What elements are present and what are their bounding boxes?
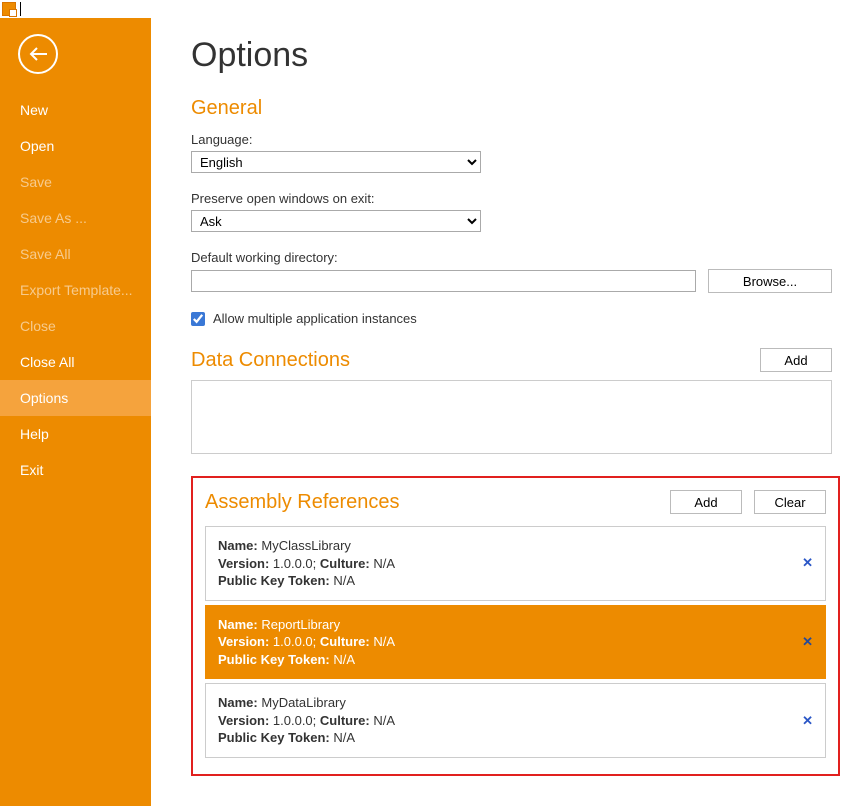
back-button[interactable]	[18, 34, 58, 74]
sidebar-item-exit[interactable]: Exit	[0, 452, 151, 488]
main-content: Options General Language: English Preser…	[151, 18, 856, 806]
sidebar-item-export-template: Export Template...	[0, 272, 151, 308]
assembly-ref-item[interactable]: Name: ReportLibraryVersion: 1.0.0.0; Cul…	[205, 605, 826, 680]
section-general-heading: General	[191, 97, 832, 120]
assembly-ref-name: Name: MyDataLibrary	[218, 694, 813, 712]
directory-input[interactable]	[191, 270, 696, 292]
data-connections-list	[191, 380, 832, 454]
titlebar	[0, 0, 856, 18]
remove-assembly-ref-icon[interactable]: ✕	[802, 713, 813, 729]
assembly-refs-add-button[interactable]: Add	[670, 490, 742, 514]
section-assembly-refs-heading: Assembly References	[205, 491, 400, 514]
page-title: Options	[191, 36, 832, 75]
browse-button[interactable]: Browse...	[708, 269, 832, 293]
assembly-ref-pkt: Public Key Token: N/A	[218, 651, 813, 669]
sidebar-item-save-as: Save As ...	[0, 200, 151, 236]
assembly-refs-list: Name: MyClassLibraryVersion: 1.0.0.0; Cu…	[205, 526, 826, 758]
assembly-ref-pkt: Public Key Token: N/A	[218, 572, 813, 590]
assembly-ref-name: Name: ReportLibrary	[218, 616, 813, 634]
sidebar-item-save: Save	[0, 164, 151, 200]
allow-multiple-label: Allow multiple application instances	[213, 311, 417, 326]
directory-label: Default working directory:	[191, 250, 832, 265]
assembly-ref-version-culture: Version: 1.0.0.0; Culture: N/A	[218, 633, 813, 651]
sidebar-item-help[interactable]: Help	[0, 416, 151, 452]
sidebar-item-open[interactable]: Open	[0, 128, 151, 164]
sidebar-item-close: Close	[0, 308, 151, 344]
assembly-ref-version-culture: Version: 1.0.0.0; Culture: N/A	[218, 712, 813, 730]
sidebar-item-new[interactable]: New	[0, 92, 151, 128]
preserve-select[interactable]: Ask	[191, 210, 481, 232]
preserve-label: Preserve open windows on exit:	[191, 191, 832, 206]
allow-multiple-checkbox[interactable]	[191, 312, 205, 326]
assembly-references-highlight: Assembly References Add Clear Name: MyCl…	[191, 476, 840, 776]
language-label: Language:	[191, 132, 832, 147]
sidebar-item-options[interactable]: Options	[0, 380, 151, 416]
text-cursor	[20, 2, 21, 16]
sidebar: NewOpenSaveSave As ...Save AllExport Tem…	[0, 18, 151, 806]
arrow-left-icon	[27, 43, 49, 65]
assembly-refs-clear-button[interactable]: Clear	[754, 490, 826, 514]
allow-multiple-row[interactable]: Allow multiple application instances	[191, 311, 832, 326]
assembly-ref-item[interactable]: Name: MyClassLibraryVersion: 1.0.0.0; Cu…	[205, 526, 826, 601]
app-icon	[2, 2, 16, 16]
data-connections-add-button[interactable]: Add	[760, 348, 832, 372]
assembly-ref-pkt: Public Key Token: N/A	[218, 729, 813, 747]
language-select[interactable]: English	[191, 151, 481, 173]
remove-assembly-ref-icon[interactable]: ✕	[802, 634, 813, 650]
assembly-ref-item[interactable]: Name: MyDataLibraryVersion: 1.0.0.0; Cul…	[205, 683, 826, 758]
assembly-ref-name: Name: MyClassLibrary	[218, 537, 813, 555]
remove-assembly-ref-icon[interactable]: ✕	[802, 555, 813, 571]
section-data-connections-heading: Data Connections	[191, 349, 350, 372]
sidebar-item-close-all[interactable]: Close All	[0, 344, 151, 380]
sidebar-item-save-all: Save All	[0, 236, 151, 272]
assembly-ref-version-culture: Version: 1.0.0.0; Culture: N/A	[218, 555, 813, 573]
